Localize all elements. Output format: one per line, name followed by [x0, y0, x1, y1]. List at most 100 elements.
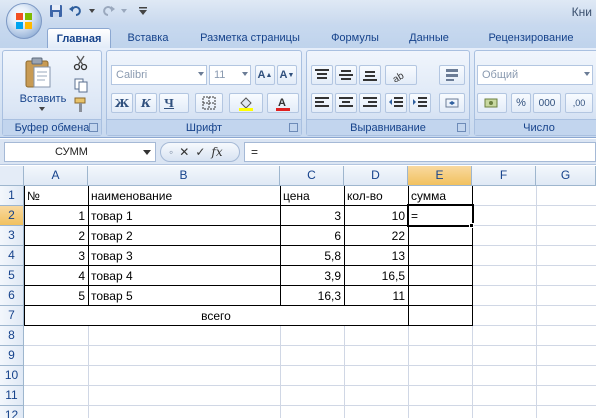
- cell-b2[interactable]: товар 1: [88, 206, 280, 226]
- cell-d5[interactable]: 16,5: [344, 266, 408, 286]
- cell-c3[interactable]: 6: [280, 226, 344, 246]
- fill-handle[interactable]: [469, 223, 474, 228]
- align-left-button[interactable]: [311, 93, 333, 113]
- insert-function-icon[interactable]: fx: [211, 145, 222, 159]
- increase-decimal-button[interactable]: ,00: [565, 93, 593, 113]
- alignment-dialog-launcher[interactable]: [457, 123, 466, 132]
- cancel-icon[interactable]: ✕: [179, 145, 189, 159]
- column-header-d[interactable]: D: [344, 166, 408, 186]
- cut-button[interactable]: [73, 55, 91, 73]
- cell-b6[interactable]: товар 5: [88, 286, 280, 306]
- grow-font-button[interactable]: A ▲: [255, 65, 275, 85]
- cell-d1[interactable]: кол-во: [344, 186, 408, 206]
- column-header-g[interactable]: G: [536, 166, 596, 186]
- function-wizard-drag-handle[interactable]: ◦: [169, 145, 173, 159]
- tab-formulas[interactable]: Формулы: [322, 28, 388, 48]
- cell-a1[interactable]: №: [24, 186, 88, 206]
- row-header-3[interactable]: 3: [0, 226, 24, 246]
- currency-format-button[interactable]: [477, 93, 507, 113]
- cell-b1[interactable]: наименование: [88, 186, 280, 206]
- copy-button[interactable]: [73, 77, 91, 95]
- row-header-8[interactable]: 8: [0, 326, 24, 346]
- column-header-e[interactable]: E: [408, 166, 472, 186]
- save-icon[interactable]: [48, 3, 64, 19]
- paste-button[interactable]: Вставить: [11, 55, 66, 113]
- merge-center-button[interactable]: [439, 93, 465, 113]
- row-header-2[interactable]: 2: [0, 206, 24, 226]
- enter-icon[interactable]: ✓: [195, 145, 205, 159]
- format-painter-button[interactable]: [73, 97, 91, 115]
- underline-button[interactable]: Ч: [159, 93, 189, 113]
- cell-e3[interactable]: [408, 226, 472, 246]
- name-box[interactable]: СУММ: [4, 142, 156, 162]
- percent-format-button[interactable]: %: [511, 93, 531, 113]
- cell-e4[interactable]: [408, 246, 472, 266]
- borders-button[interactable]: [195, 93, 223, 113]
- tab-home[interactable]: Главная: [47, 28, 111, 48]
- fill-color-button[interactable]: [229, 93, 263, 113]
- cell-a4[interactable]: 3: [24, 246, 88, 266]
- tab-data[interactable]: Данные: [398, 28, 460, 48]
- row-header-9[interactable]: 9: [0, 346, 24, 366]
- cell-d4[interactable]: 13: [344, 246, 408, 266]
- tab-review[interactable]: Рецензирование: [470, 28, 592, 48]
- cell-b3[interactable]: товар 2: [88, 226, 280, 246]
- increase-indent-button[interactable]: [409, 93, 431, 113]
- comma-format-button[interactable]: 000: [533, 93, 561, 113]
- cell-e6[interactable]: [408, 286, 472, 306]
- cell-b4[interactable]: товар 3: [88, 246, 280, 266]
- orientation-button[interactable]: ab: [385, 65, 417, 85]
- customize-toolbar-icon[interactable]: [138, 3, 148, 19]
- cell-c4[interactable]: 5,8: [280, 246, 344, 266]
- worksheet-grid[interactable]: A B C D E F G 1 2 3 4 5 6 7 8 9 10 11 12…: [0, 166, 596, 418]
- align-bottom-button[interactable]: [359, 65, 381, 85]
- font-color-button[interactable]: A: [267, 93, 299, 113]
- cell-c1[interactable]: цена: [280, 186, 344, 206]
- row-header-4[interactable]: 4: [0, 246, 24, 266]
- align-top-button[interactable]: [311, 65, 333, 85]
- row-header-6[interactable]: 6: [0, 286, 24, 306]
- bold-button[interactable]: Ж: [111, 93, 133, 113]
- clipboard-dialog-launcher[interactable]: [89, 123, 98, 132]
- cell-a5[interactable]: 4: [24, 266, 88, 286]
- wrap-text-button[interactable]: [439, 65, 465, 85]
- row-header-10[interactable]: 10: [0, 366, 24, 386]
- row-header-5[interactable]: 5: [0, 266, 24, 286]
- italic-button[interactable]: К: [135, 93, 157, 113]
- font-size-combo[interactable]: 11: [209, 65, 251, 85]
- row-header-12[interactable]: 12: [0, 406, 24, 418]
- cell-e5[interactable]: [408, 266, 472, 286]
- select-all-corner[interactable]: [0, 166, 24, 186]
- cell-a3[interactable]: 2: [24, 226, 88, 246]
- cell-a6[interactable]: 5: [24, 286, 88, 306]
- cell-c6[interactable]: 16,3: [280, 286, 344, 306]
- shrink-font-button[interactable]: A ▼: [277, 65, 297, 85]
- column-header-b[interactable]: B: [88, 166, 280, 186]
- column-header-c[interactable]: C: [280, 166, 344, 186]
- row-header-7[interactable]: 7: [0, 306, 24, 326]
- cell-b5[interactable]: товар 4: [88, 266, 280, 286]
- row-header-1[interactable]: 1: [0, 186, 24, 206]
- column-header-a[interactable]: A: [24, 166, 88, 186]
- cell-e1[interactable]: сумма: [408, 186, 472, 206]
- formula-input[interactable]: =: [244, 142, 596, 162]
- name-box-dropdown-icon[interactable]: [143, 150, 151, 155]
- cell-c5[interactable]: 3,9: [280, 266, 344, 286]
- redo-dropdown-icon[interactable]: [120, 3, 128, 19]
- cell-c2[interactable]: 3: [280, 206, 344, 226]
- office-button[interactable]: [6, 3, 42, 39]
- align-middle-button[interactable]: [335, 65, 357, 85]
- align-center-button[interactable]: [335, 93, 357, 113]
- font-name-combo[interactable]: Calibri: [111, 65, 207, 85]
- number-format-combo[interactable]: Общий: [477, 65, 593, 85]
- column-header-f[interactable]: F: [472, 166, 536, 186]
- tab-page-layout[interactable]: Разметка страницы: [190, 28, 310, 48]
- cell-a2[interactable]: 1: [24, 206, 88, 226]
- undo-icon[interactable]: [68, 3, 84, 19]
- font-dialog-launcher[interactable]: [289, 123, 298, 132]
- decrease-indent-button[interactable]: [385, 93, 407, 113]
- cell-total-label[interactable]: всего: [24, 306, 408, 326]
- cell-d2[interactable]: 10: [344, 206, 408, 226]
- cell-d6[interactable]: 11: [344, 286, 408, 306]
- tab-insert[interactable]: Вставка: [118, 28, 178, 48]
